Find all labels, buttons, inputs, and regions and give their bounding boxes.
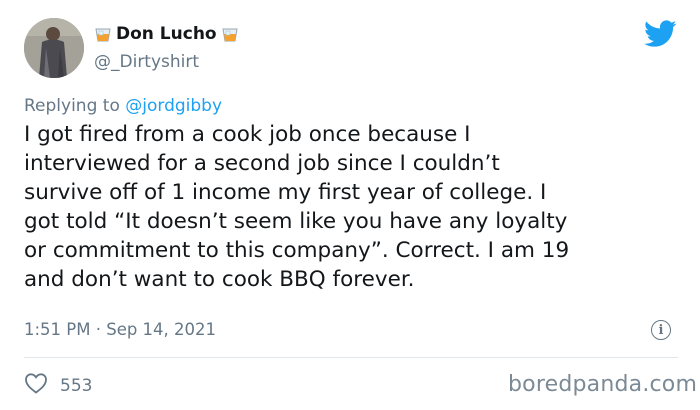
- tumbler-glass-icon: [221, 25, 239, 43]
- display-name[interactable]: Don Lucho: [116, 24, 217, 44]
- tweet-timestamp[interactable]: 1:51 PM · Sep 14, 2021: [24, 320, 216, 339]
- heart-icon[interactable]: [24, 372, 48, 399]
- avatar[interactable]: [24, 18, 84, 78]
- replying-to-label: Replying to: [24, 96, 126, 116]
- twitter-bird-icon[interactable]: [644, 20, 677, 48]
- info-icon[interactable]: i: [651, 320, 671, 340]
- divider: [24, 357, 678, 358]
- user-handle[interactable]: @_Dirtyshirt: [94, 52, 199, 72]
- tweet-text: I got fired from a cook job once because…: [24, 122, 570, 292]
- user-name-row: Don Lucho: [94, 24, 239, 44]
- watermark: boredpanda.com: [508, 372, 698, 397]
- tumbler-glass-icon: [94, 25, 112, 43]
- like-count: 553: [60, 375, 93, 396]
- replying-to-line: Replying to @jordgibby: [24, 96, 222, 116]
- like-action[interactable]: 553: [24, 372, 92, 399]
- reply-mention-link[interactable]: @jordgibby: [125, 96, 222, 116]
